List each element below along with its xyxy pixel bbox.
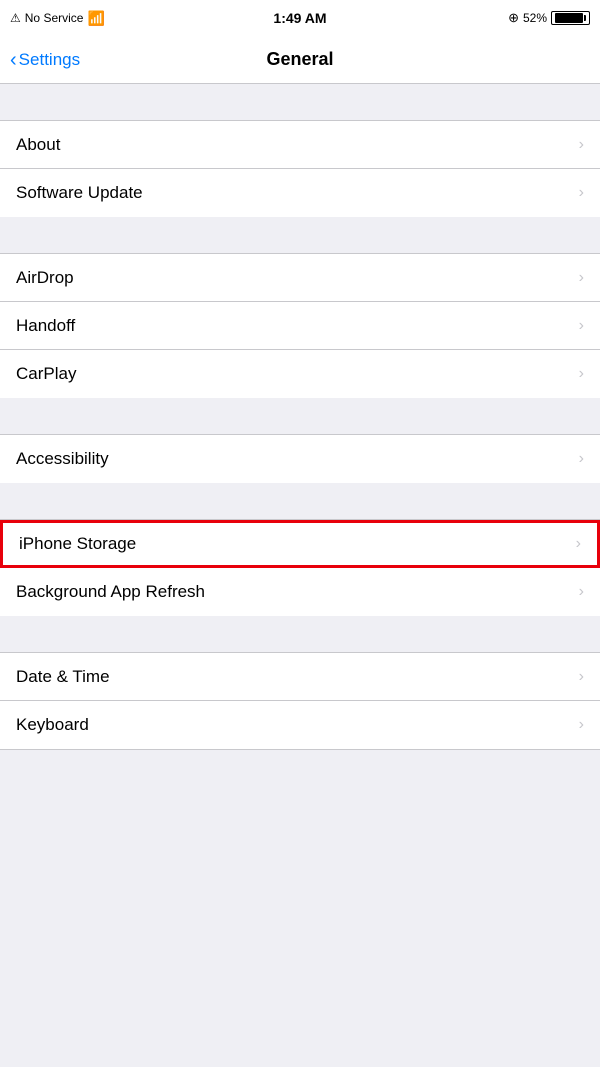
row-label-date-time: Date & Time xyxy=(16,667,110,687)
row-label-iphone-storage: iPhone Storage xyxy=(19,534,136,554)
settings-row-keyboard[interactable]: Keyboard › xyxy=(0,701,600,749)
row-label-airdrop: AirDrop xyxy=(16,268,74,288)
chevron-icon-iphone-storage: › xyxy=(576,535,581,553)
status-bar: ⚠ No Service 📶 1:49 AM ⊕ 52% xyxy=(0,0,600,36)
section-divider-5 xyxy=(0,616,600,652)
chevron-icon-handoff: › xyxy=(579,317,584,335)
settings-row-accessibility[interactable]: Accessibility › xyxy=(0,435,600,483)
battery-percent: 52% xyxy=(523,11,547,25)
chevron-icon-software-update: › xyxy=(579,184,584,202)
back-button[interactable]: ‹ Settings xyxy=(10,50,80,70)
back-label: Settings xyxy=(19,50,80,70)
settings-group-1: About › Software Update › xyxy=(0,120,600,217)
section-divider-4 xyxy=(0,483,600,519)
status-bar-left: ⚠ No Service 📶 xyxy=(10,10,105,27)
row-label-software-update: Software Update xyxy=(16,183,143,203)
chevron-icon-background-refresh: › xyxy=(579,583,584,601)
row-label-background-refresh: Background App Refresh xyxy=(16,582,205,602)
section-divider-3 xyxy=(0,398,600,434)
settings-row-airdrop[interactable]: AirDrop › xyxy=(0,254,600,302)
battery-icon xyxy=(551,11,590,25)
page-title: General xyxy=(266,49,333,70)
settings-group-5: Date & Time › Keyboard › xyxy=(0,652,600,749)
chevron-icon-date-time: › xyxy=(579,668,584,686)
settings-row-handoff[interactable]: Handoff › xyxy=(0,302,600,350)
settings-group-2: AirDrop › Handoff › CarPlay › xyxy=(0,253,600,398)
settings-row-background-refresh[interactable]: Background App Refresh › xyxy=(0,568,600,616)
back-chevron-icon: ‹ xyxy=(10,50,17,70)
chevron-icon-accessibility: › xyxy=(579,450,584,468)
settings-row-software-update[interactable]: Software Update › xyxy=(0,169,600,217)
row-label-accessibility: Accessibility xyxy=(16,449,109,469)
row-label-keyboard: Keyboard xyxy=(16,715,89,735)
chevron-icon-keyboard: › xyxy=(579,716,584,734)
row-label-handoff: Handoff xyxy=(16,316,75,336)
wifi-icon: 📶 xyxy=(87,10,104,27)
settings-row-iphone-storage[interactable]: iPhone Storage › xyxy=(0,520,600,568)
chevron-icon-airdrop: › xyxy=(579,269,584,287)
chevron-icon-carplay: › xyxy=(579,365,584,383)
status-bar-right: ⊕ 52% xyxy=(508,10,590,26)
nav-bar: ‹ Settings General xyxy=(0,36,600,84)
settings-group-4: iPhone Storage › Background App Refresh … xyxy=(0,519,600,616)
status-bar-time: 1:49 AM xyxy=(273,10,326,26)
alert-icon: ⚠ xyxy=(10,11,21,25)
no-service-text: No Service xyxy=(25,11,84,25)
settings-row-carplay[interactable]: CarPlay › xyxy=(0,350,600,398)
lock-rotation-icon: ⊕ xyxy=(508,10,519,26)
section-divider-top xyxy=(0,84,600,120)
settings-row-about[interactable]: About › xyxy=(0,121,600,169)
section-divider-2 xyxy=(0,217,600,253)
settings-group-3: Accessibility › xyxy=(0,434,600,483)
chevron-icon-about: › xyxy=(579,136,584,154)
row-label-carplay: CarPlay xyxy=(16,364,76,384)
row-label-about: About xyxy=(16,135,60,155)
settings-row-date-time[interactable]: Date & Time › xyxy=(0,653,600,701)
